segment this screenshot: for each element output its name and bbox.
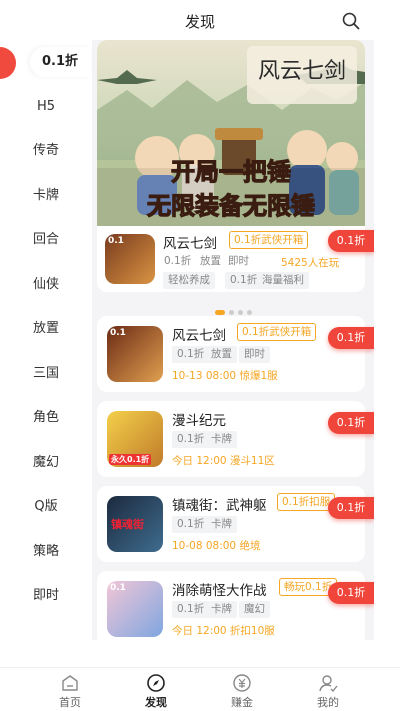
- promo-badge: 0.1折扣服: [277, 493, 336, 511]
- carousel-dot[interactable]: [237, 310, 243, 315]
- promo-badge: 0.1折武侠开箱: [237, 323, 317, 341]
- sidebar-item-h5[interactable]: H5: [0, 92, 92, 122]
- icon-badge: 0.1: [110, 583, 126, 593]
- tag-chip: 放置: [206, 346, 237, 363]
- tag-chip: 即时: [239, 346, 270, 363]
- discount-badge: 0.1折: [328, 412, 374, 434]
- tag-chip: 卡牌: [206, 431, 237, 448]
- online-count: 5425人在玩: [281, 257, 340, 269]
- tag-plain: 即时: [228, 255, 249, 267]
- banner-card[interactable]: 风云七剑 开局一把锤 无限装备无限锤 0.1 风云七剑 0.1折武侠开箱 0.1…: [97, 40, 365, 292]
- tag-chip: 卡牌: [206, 601, 237, 618]
- banner-image[interactable]: 风云七剑 开局一把锤 无限装备无限锤: [97, 40, 365, 226]
- banner-slogan-2: 无限装备无限锤: [147, 191, 315, 220]
- promo-badge: 0.1折武侠开箱: [229, 231, 309, 249]
- game-icon[interactable]: 0.1: [105, 234, 155, 284]
- sidebar-item-fantasy[interactable]: 魔幻: [0, 448, 92, 478]
- banner-game-row[interactable]: 0.1 风云七剑 0.1折武侠开箱 0.1折 放置 即时 5425人在玩 轻松养…: [105, 230, 365, 290]
- sidebar-item-legend[interactable]: 传奇: [0, 136, 92, 166]
- banner-slogan-1: 开局一把锤: [171, 157, 291, 186]
- tab-discover[interactable]: 发现: [106, 668, 206, 711]
- sidebar-item-q-style[interactable]: Q版: [0, 492, 92, 522]
- tag-chip: 0.1折: [172, 601, 210, 618]
- sidebar-item-realtime[interactable]: 即时: [0, 581, 92, 611]
- banner-art-title: 风云七剑: [258, 59, 346, 84]
- game-name: 风云七剑: [163, 236, 217, 252]
- sidebar-item-xianxia[interactable]: 仙侠: [0, 270, 92, 300]
- game-icon[interactable]: 镇魂街: [107, 496, 163, 552]
- carousel-dot[interactable]: [246, 310, 252, 315]
- sidebar-item-0.1-discount[interactable]: 0.1折: [30, 47, 90, 77]
- sidebar-item-card[interactable]: 卡牌: [0, 181, 92, 211]
- sidebar-item-idle[interactable]: 放置: [0, 314, 92, 344]
- server-info: 10-13 08:00 惊爆1服: [172, 370, 278, 382]
- tab-profile[interactable]: 我的: [278, 668, 378, 711]
- discount-badge: 0.1折: [328, 230, 374, 252]
- coin-icon: [233, 674, 251, 692]
- tab-label: 赚金: [231, 696, 253, 709]
- tag-chip: 魔幻: [239, 601, 270, 618]
- search-icon[interactable]: [342, 12, 360, 30]
- tab-home[interactable]: 首页: [20, 668, 120, 711]
- game-name: 风云七剑: [172, 328, 226, 344]
- icon-badge: 0.1: [108, 236, 124, 246]
- tag-plain: 放置: [200, 255, 221, 267]
- category-sidebar: 0.1折 H5 传奇 卡牌 回合 仙侠 放置 三国 角色 魔幻 Q版 策略 即时: [0, 40, 92, 640]
- active-indicator: [0, 47, 16, 79]
- icon-badge: 镇魂街: [111, 518, 144, 531]
- server-info: 10-08 08:00 绝境: [172, 540, 261, 552]
- game-icon[interactable]: 0.1: [107, 326, 163, 382]
- tag-chip: 0.1折: [172, 516, 210, 533]
- game-name: 镇魂街：武神躯: [172, 498, 267, 514]
- sidebar-item-turn-based[interactable]: 回合: [0, 225, 92, 255]
- top-bar: 发现: [0, 0, 400, 40]
- game-list-panel: 风云七剑 开局一把锤 无限装备无限锤 0.1 风云七剑 0.1折武侠开箱 0.1…: [92, 40, 374, 640]
- game-name: 漫斗纪元: [172, 413, 226, 429]
- tab-label: 发现: [145, 696, 167, 709]
- tag-plain: 0.1折: [164, 255, 192, 267]
- compass-icon: [147, 674, 165, 692]
- icon-badge: 永久0.1折: [109, 454, 152, 465]
- tag-chip: 0.1折: [172, 346, 210, 363]
- tab-label: 我的: [317, 696, 339, 709]
- server-info: 今日 12:00 折扣10服: [172, 625, 275, 637]
- tab-earn[interactable]: 赚金: [192, 668, 292, 711]
- server-info: 今日 12:00 漫斗11区: [172, 455, 275, 467]
- tag-chip: 海量福利: [257, 272, 309, 289]
- game-card[interactable]: 0.1 风云七剑 0.1折武侠开箱 0.1折 放置 即时 10-13 08:00…: [97, 316, 365, 392]
- game-name: 消除萌怪大作战: [172, 583, 267, 599]
- discount-badge: 0.1折: [328, 327, 374, 349]
- tag-chip: 卡牌: [206, 516, 237, 533]
- discount-badge: 0.1折: [328, 497, 374, 519]
- game-card[interactable]: 永久0.1折 漫斗纪元 0.1折 卡牌 今日 12:00 漫斗11区: [97, 401, 365, 477]
- home-icon: [62, 675, 78, 691]
- game-card[interactable]: 镇魂街 镇魂街：武神躯 0.1折扣服 0.1折 卡牌 10-08 08:00 绝…: [97, 486, 365, 562]
- page-title: 发现: [184, 13, 215, 31]
- carousel-dots[interactable]: [92, 300, 374, 315]
- bottom-tab-bar: 首页 发现 赚金 我的: [0, 667, 400, 711]
- user-icon: [319, 675, 338, 693]
- discount-badge: 0.1折: [328, 582, 374, 604]
- tag-chip: 0.1折: [172, 431, 210, 448]
- tab-label: 首页: [59, 696, 81, 709]
- sidebar-item-rpg[interactable]: 角色: [0, 403, 92, 433]
- game-icon[interactable]: 0.1: [107, 581, 163, 637]
- sidebar-item-three-kingdoms[interactable]: 三国: [0, 359, 92, 389]
- game-icon[interactable]: 永久0.1折: [107, 411, 163, 467]
- sidebar-item-strategy[interactable]: 策略: [0, 537, 92, 567]
- icon-badge: 0.1: [110, 328, 126, 338]
- game-card[interactable]: 0.1 消除萌怪大作战 畅玩0.1折 0.1折 卡牌 魔幻 今日 12:00 折…: [97, 571, 365, 640]
- discover-page: 发现 0.1折 H5 传奇 卡牌 回合 仙侠 放置 三国 角色 魔幻 Q版 策略…: [0, 0, 400, 711]
- tag-chip: 轻松养成: [163, 272, 215, 289]
- carousel-dot[interactable]: [228, 310, 234, 315]
- carousel-dot-active[interactable]: [214, 310, 225, 315]
